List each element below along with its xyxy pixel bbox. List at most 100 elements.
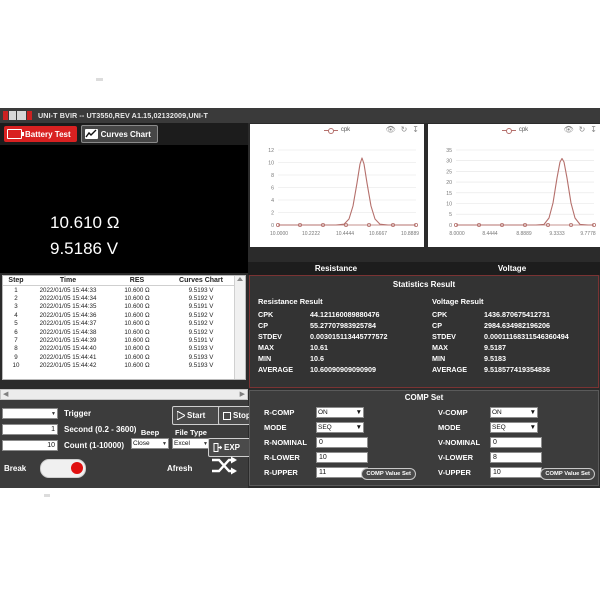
statistics-key: CPK <box>432 310 448 319</box>
controls-panel: ▼ Trigger 1 Second (0.2 - 3600) 10 Count… <box>0 400 256 488</box>
comp-field-label: V-LOWER <box>438 453 473 462</box>
table-cell: 10 <box>12 362 20 370</box>
comp-v-upper-input[interactable]: 10 <box>490 467 542 478</box>
table-cell: 9.5193 V <box>188 286 214 294</box>
table-header-curves-chart: Curves Chart <box>167 276 235 286</box>
scroll-right-arrow-icon[interactable]: ▶ <box>240 391 245 398</box>
statistics-value: 55.27707983925784 <box>310 321 376 330</box>
file-type-select[interactable]: Excel ▼ <box>172 438 210 449</box>
table-cell: 9.5191 V <box>188 303 214 311</box>
comp-field-row: MODE SEQ ▼ <box>250 421 424 434</box>
table-cell: 2022/01/05 15:44:38 <box>39 328 97 336</box>
svg-text:8: 8 <box>271 173 274 179</box>
eye-icon[interactable]: 👁 <box>563 126 573 134</box>
comp-v-nominal-input[interactable]: 0 <box>490 437 542 448</box>
table-row[interactable]: 4 2022/01/05 15:44:36 10.600 Ω 9.5192 V <box>3 311 235 319</box>
voltage-chart-plot: 35 30 25 20 15 10 5 0 8.0000 8.4444 8.88… <box>428 140 600 247</box>
table-row[interactable]: 3 2022/01/05 15:44:35 10.600 Ω 9.5191 V <box>3 303 235 311</box>
table-row[interactable]: 5 2022/01/05 15:44:37 10.600 Ω 9.5192 V <box>3 320 235 328</box>
start-button[interactable]: Start <box>172 406 224 425</box>
export-button[interactable]: EXP <box>208 438 254 457</box>
export-icon <box>213 443 222 452</box>
comp-field-label: MODE <box>438 423 461 432</box>
line-chart-icon <box>84 129 98 139</box>
break-toggle[interactable] <box>40 459 86 478</box>
table-vertical-scrollbar[interactable] <box>234 276 245 379</box>
svg-text:30: 30 <box>446 159 452 165</box>
file-type-label: File Type <box>175 428 207 437</box>
tab-bar: Battery Test Curves Chart <box>0 123 248 145</box>
trigger-select[interactable]: ▼ <box>2 408 58 419</box>
statistics-title: Statistics Result <box>392 280 456 289</box>
comp-r-comp-select[interactable]: ON ▼ <box>316 407 364 418</box>
second-input[interactable]: 1 <box>2 424 58 435</box>
resistance-legend-label: cpk <box>340 127 351 133</box>
comp-r-lower-input[interactable]: 10 <box>316 452 368 463</box>
voltage-comp-value-set-button[interactable]: COMP Value Set <box>540 468 595 480</box>
scroll-left-arrow-icon[interactable]: ◀ <box>3 391 8 398</box>
resistance-cpk-chart: cpk 👁 ↻ ↧ 12 10 8 6 4 2 0 10.0000 10.222… <box>250 124 424 247</box>
svg-text:10.4444: 10.4444 <box>336 231 354 237</box>
comp-field-label: R-COMP <box>264 408 295 417</box>
comp-v-comp-select[interactable]: ON ▼ <box>490 407 538 418</box>
table-horizontal-scrollbar[interactable]: ◀ ▶ <box>0 389 248 400</box>
statistics-value: 9.518577419354836 <box>484 365 550 374</box>
svg-text:20: 20 <box>446 180 452 186</box>
download-icon[interactable]: ↧ <box>412 126 419 134</box>
count-input[interactable]: 10 <box>2 440 58 451</box>
table-row[interactable]: 8 2022/01/05 15:44:40 10.600 Ω 9.5193 V <box>3 345 235 353</box>
voltage-readout: 9.5186 V <box>50 239 119 258</box>
svg-text:8.8889: 8.8889 <box>516 231 532 237</box>
table-cell: 2022/01/05 15:44:33 <box>39 286 97 294</box>
comp-field-label: R-NOMINAL <box>264 438 307 447</box>
measurement-table: Step Time RES Curves Chart 1 2022/01/05 1… <box>3 276 235 370</box>
statistics-value: 1436.870675412731 <box>484 310 550 319</box>
tab-battery-test[interactable]: Battery Test <box>4 126 77 142</box>
beep-select[interactable]: Close ▼ <box>131 438 169 449</box>
measurement-table-panel: Step Time RES Curves Chart 1 2022/01/05 1… <box>0 273 248 388</box>
svg-text:12: 12 <box>268 148 274 154</box>
table-row[interactable]: 2 2022/01/05 15:44:34 10.600 Ω 9.5192 V <box>3 294 235 302</box>
resistance-comp-value-set-button[interactable]: COMP Value Set <box>361 468 416 480</box>
table-row[interactable]: 6 2022/01/05 15:44:38 10.600 Ω 9.5192 V <box>3 328 235 336</box>
statistics-value: 9.5187 <box>484 343 506 352</box>
measurement-table-body: 1 2022/01/05 15:44:33 10.600 Ω 9.5193 V 2 202… <box>3 286 235 370</box>
table-row[interactable]: 9 2022/01/05 15:44:41 10.600 Ω 9.5193 V <box>3 353 235 361</box>
comp-mode-select[interactable]: SEQ ▼ <box>490 422 538 433</box>
comp-r-upper-input[interactable]: 11 <box>316 467 368 478</box>
resistance-chart-toolbar: 👁 ↻ ↧ <box>385 126 419 134</box>
svg-text:10.2222: 10.2222 <box>302 231 320 237</box>
section-header-voltage: Voltage <box>424 262 600 275</box>
table-cell: 10.600 Ω <box>124 345 150 353</box>
table-row[interactable]: 10 2022/01/05 15:44:42 10.600 Ω 9.5193 V <box>3 361 235 369</box>
table-cell: 10.600 Ω <box>124 311 150 319</box>
tab-curves-chart[interactable]: Curves Chart <box>80 125 158 143</box>
table-cell: 1 <box>14 286 18 294</box>
afresh-label: Afresh <box>167 464 193 473</box>
table-row[interactable]: 7 2022/01/05 15:44:39 10.600 Ω 9.5191 V <box>3 336 235 344</box>
svg-text:10.0000: 10.0000 <box>270 231 288 237</box>
comp-r-nominal-input[interactable]: 0 <box>316 437 368 448</box>
afresh-button[interactable] <box>211 456 238 481</box>
comp-field-row: V-LOWER 8 <box>424 451 598 464</box>
comp-field-row: V-COMP ON ▼ <box>424 406 598 419</box>
eye-icon[interactable]: 👁 <box>385 126 395 134</box>
table-row[interactable]: 1 2022/01/05 15:44:33 10.600 Ω 9.5193 V <box>3 286 235 295</box>
refresh-icon[interactable]: ↻ <box>401 126 408 134</box>
table-cell: 10.600 Ω <box>124 303 150 311</box>
table-cell: 10.600 Ω <box>124 286 150 294</box>
legend-marker-icon <box>501 127 516 134</box>
comp-mode-select[interactable]: SEQ ▼ <box>316 422 364 433</box>
start-button-label: Start <box>187 411 206 420</box>
table-cell: 9.5192 V <box>188 328 214 336</box>
table-cell: 2022/01/05 15:44:42 <box>39 362 97 370</box>
download-icon[interactable]: ↧ <box>590 126 597 134</box>
shuffle-icon <box>211 456 237 475</box>
battery-icon <box>7 129 24 139</box>
scroll-up-arrow-icon[interactable] <box>237 277 243 281</box>
refresh-icon[interactable]: ↻ <box>579 126 586 134</box>
comp-field-label: MODE <box>264 423 287 432</box>
svg-text:15: 15 <box>446 191 452 197</box>
second-label: Second (0.2 - 3600) <box>64 425 137 434</box>
comp-v-lower-input[interactable]: 8 <box>490 452 542 463</box>
